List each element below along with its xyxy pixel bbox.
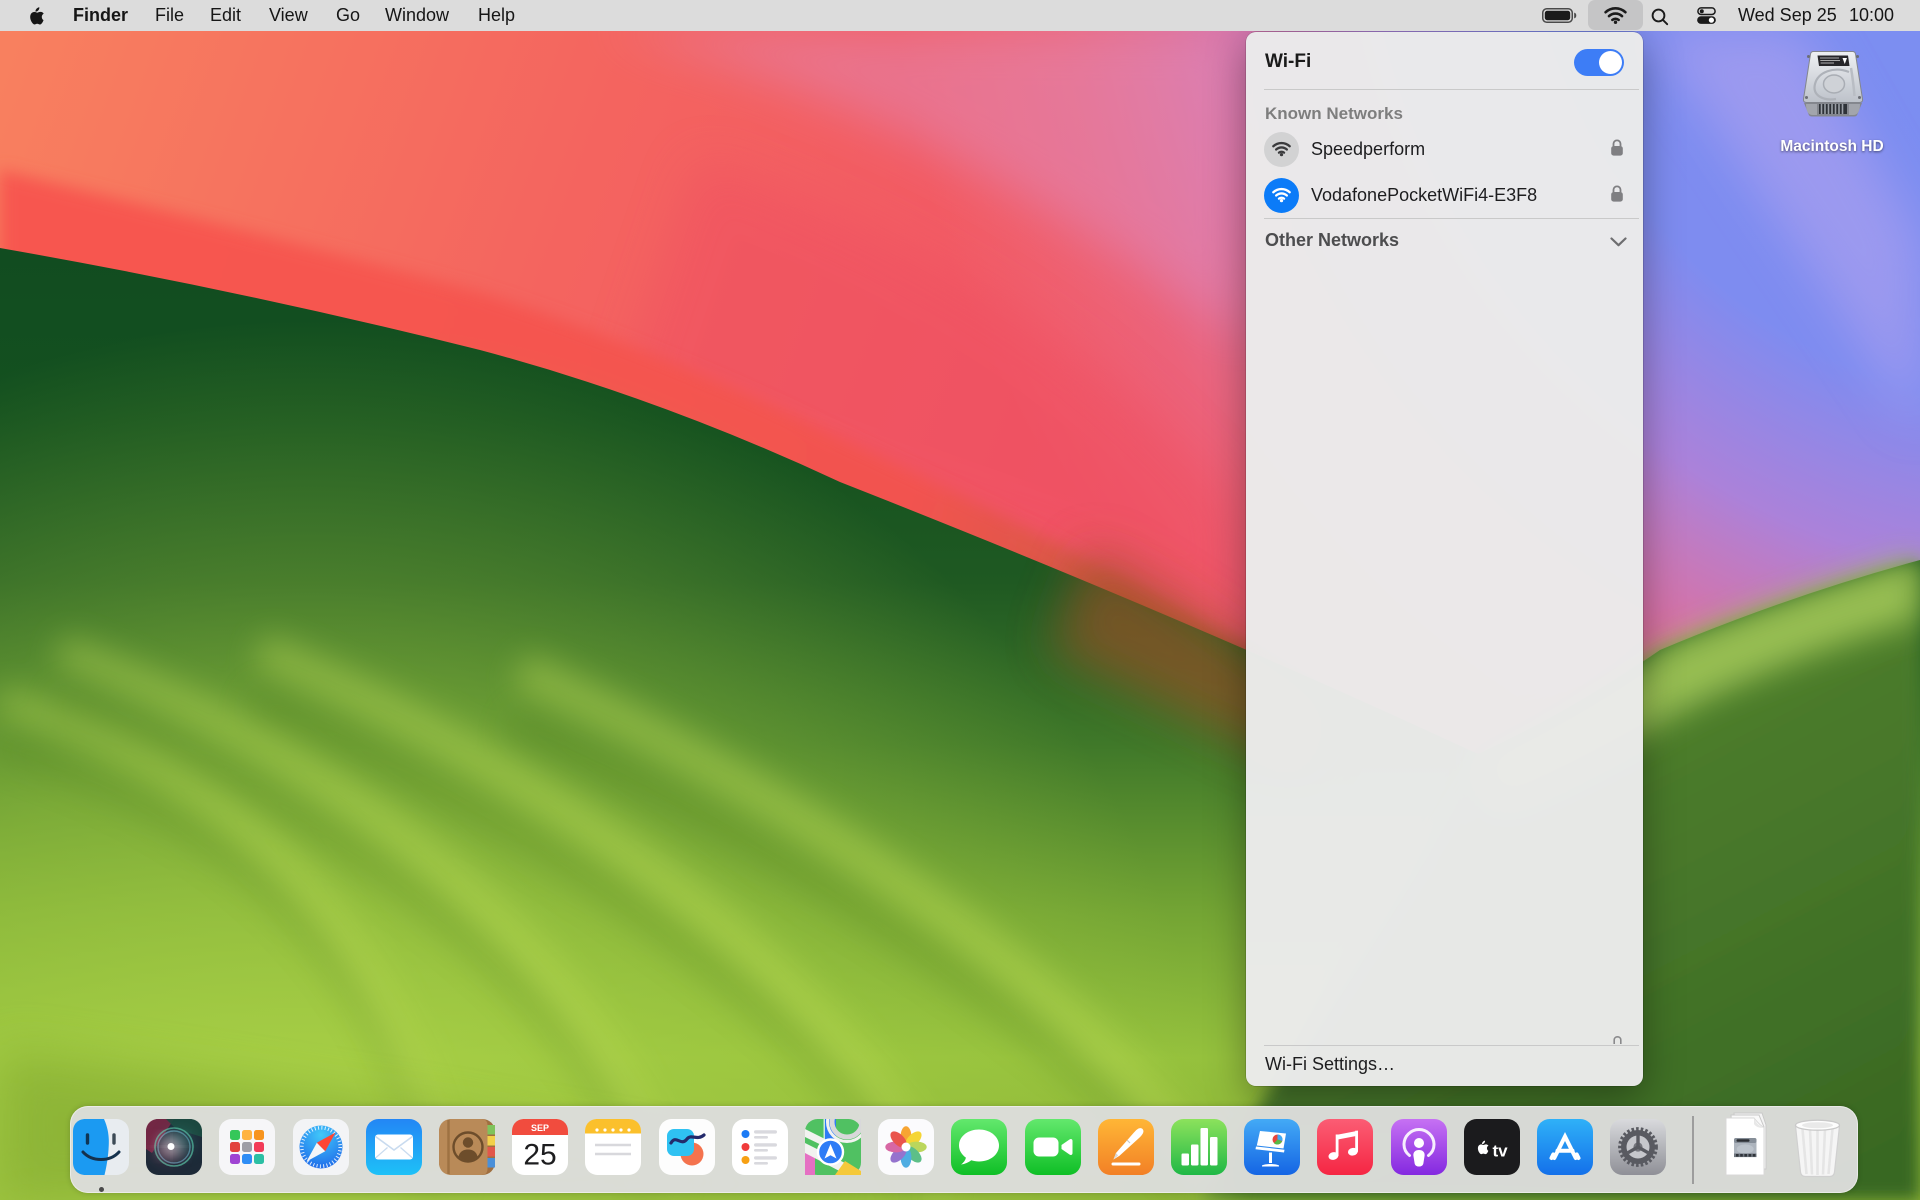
svg-text:25: 25 bbox=[524, 1139, 557, 1172]
svg-text:tv: tv bbox=[1492, 1142, 1508, 1161]
svg-text:SEP: SEP bbox=[531, 1123, 549, 1133]
